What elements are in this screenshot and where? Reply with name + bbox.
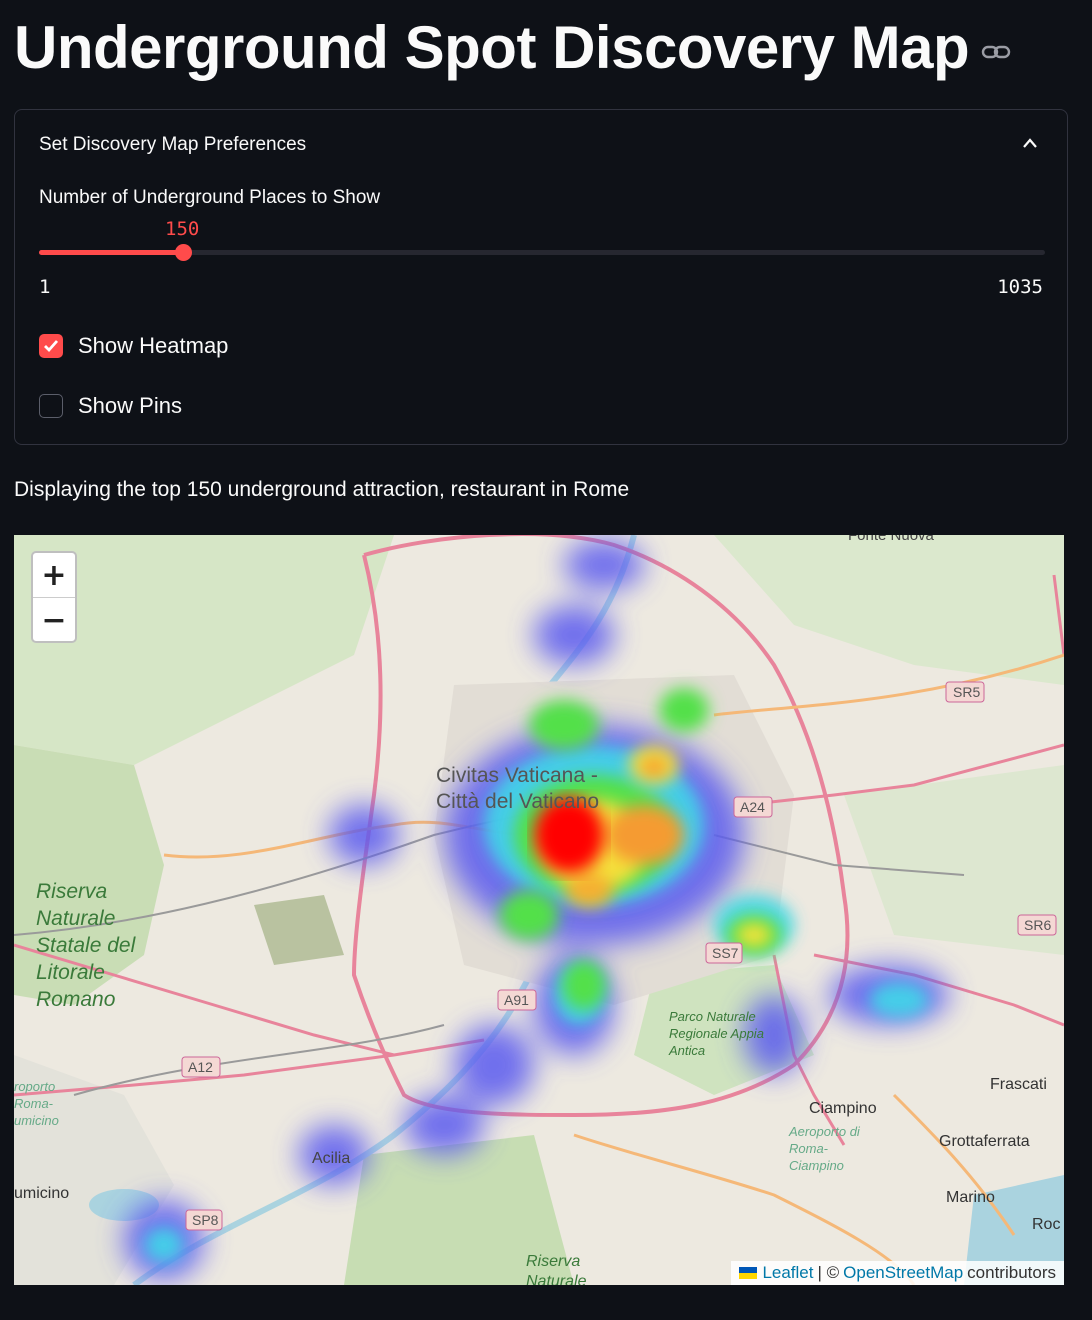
slider-label: Number of Underground Places to Show <box>39 187 381 208</box>
place-fiumicino: umicino <box>14 1185 70 1202</box>
slider-max: 1035 <box>997 276 1043 298</box>
slider-min: 1 <box>39 276 51 298</box>
place-airport-fiumicino: roporto Roma-umicino <box>14 1079 59 1128</box>
place-parco: Parco Naturale Regionale Appia Antica <box>669 1009 764 1058</box>
leaflet-link[interactable]: Leaflet <box>762 1263 813 1283</box>
shield-a12: A12 <box>188 1059 213 1075</box>
show-pins-label: Show Pins <box>78 393 182 418</box>
place-grottaferrata: Grottaferrata <box>939 1133 1030 1150</box>
zoom-in-button[interactable]: + <box>33 553 75 598</box>
place-riserva2: Riserva Naturale <box>526 1253 587 1285</box>
map-caption: Displaying the top 150 underground attra… <box>14 478 630 501</box>
shield-ss7: SS7 <box>712 945 739 961</box>
shield-sr6: SR6 <box>1024 917 1051 933</box>
checkbox-unchecked-icon[interactable] <box>39 394 63 418</box>
slider-thumb[interactable] <box>175 244 192 261</box>
attribution-suffix: contributors <box>967 1263 1056 1282</box>
show-pins-checkbox[interactable]: Show Pins <box>39 393 182 419</box>
place-marino: Marino <box>946 1189 995 1206</box>
page-header: Underground Spot Discovery Map <box>14 6 1011 90</box>
preferences-expander: Set Discovery Map Preferences Number of … <box>14 109 1068 445</box>
place-acilia: Acilia <box>312 1150 351 1167</box>
place-riserva: Riserva Naturale Statale del Litorale Ro… <box>36 880 136 1011</box>
place-rocca: Roc <box>1032 1216 1061 1233</box>
zoom-out-button[interactable]: − <box>33 598 75 642</box>
leaflet-map[interactable]: SR5 A24 SR6 A12 A91 SS7 SP8 Civitas Vati… <box>14 535 1064 1285</box>
show-heatmap-label: Show Heatmap <box>78 333 229 358</box>
slider-value: 150 <box>165 218 200 240</box>
place-frascati: Frascati <box>990 1076 1047 1093</box>
attribution-separator: | © <box>817 1263 840 1282</box>
shield-sp8: SP8 <box>192 1212 219 1228</box>
ukraine-flag-icon <box>739 1267 758 1279</box>
map-tiles: SR5 A24 SR6 A12 A91 SS7 SP8 <box>14 535 1064 1285</box>
shield-a91: A91 <box>504 992 529 1008</box>
osm-link[interactable]: OpenStreetMap <box>843 1263 963 1283</box>
link-icon[interactable] <box>981 41 1011 63</box>
place-ciampino: Ciampino <box>809 1100 877 1117</box>
zoom-control: + − <box>31 551 77 643</box>
expander-header[interactable]: Set Discovery Map Preferences <box>39 134 306 156</box>
place-airport-ciampino: Aeroporto di Roma-Ciampino <box>789 1124 860 1173</box>
place-vatican: Civitas Vaticana - Città del Vaticano <box>436 764 600 813</box>
shield-sr5: SR5 <box>953 684 980 700</box>
chevron-up-icon[interactable] <box>1021 136 1039 150</box>
shield-a24: A24 <box>740 799 765 815</box>
page-title: Underground Spot Discovery Map <box>14 14 970 81</box>
slider-fill <box>39 250 184 255</box>
show-heatmap-checkbox[interactable]: Show Heatmap <box>39 333 228 359</box>
map-attribution: Leaflet | © OpenStreetMap contributors <box>731 1261 1064 1285</box>
checkbox-checked-icon[interactable] <box>39 334 63 358</box>
place-fonte: Fonte Nuova <box>848 535 934 544</box>
